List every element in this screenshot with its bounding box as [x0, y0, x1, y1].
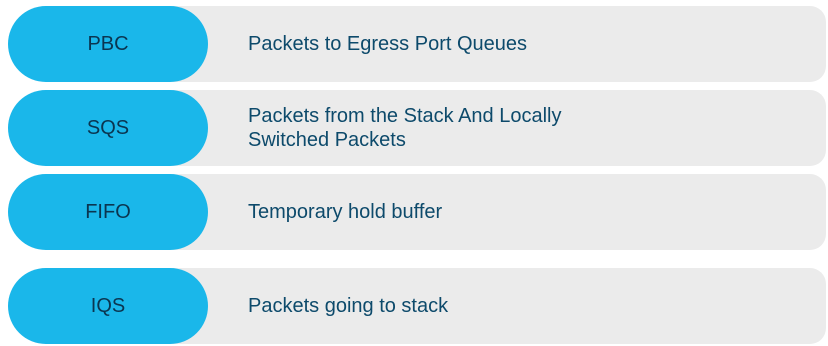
- description-line: Packets from the Stack And Locally: [248, 105, 562, 127]
- row-pbc: PBC Packets to Egress Port Queues: [8, 6, 826, 82]
- stage-pill-pbc: PBC: [8, 6, 208, 82]
- stage-description: Temporary hold buffer: [248, 174, 806, 250]
- row-sqs: SQS Packets from the Stack And Locally S…: [8, 90, 826, 166]
- stage-pill-sqs: SQS: [8, 90, 208, 166]
- stage-description: Packets to Egress Port Queues: [248, 6, 806, 82]
- description-line: Temporary hold buffer: [248, 201, 443, 223]
- description-line: Switched Packets: [248, 129, 406, 151]
- row-iqs: IQS Packets going to stack: [8, 268, 826, 344]
- stage-pill-iqs: IQS: [8, 268, 208, 344]
- description-line: Packets to Egress Port Queues: [248, 33, 528, 55]
- stage-pill-fifo: FIFO: [8, 174, 208, 250]
- stage-label: IQS: [90, 294, 126, 317]
- stage-label: PBC: [87, 32, 129, 55]
- description-line: Packets going to stack: [248, 295, 449, 317]
- row-fifo: FIFO Temporary hold buffer: [8, 174, 826, 250]
- stage-label: SQS: [86, 116, 130, 139]
- stage-label: FIFO: [85, 200, 131, 223]
- stage-description: Packets from the Stack And Locally Switc…: [248, 90, 806, 166]
- stage-description: Packets going to stack: [248, 268, 806, 344]
